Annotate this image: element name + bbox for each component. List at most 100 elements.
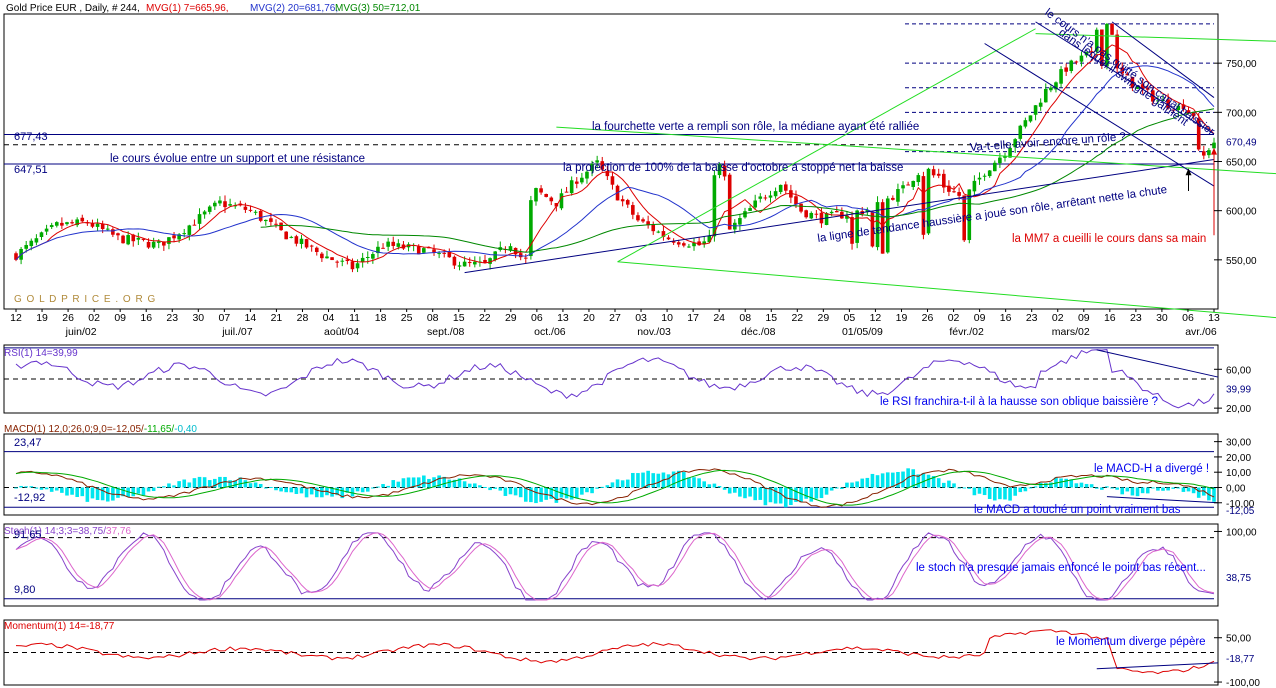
candle-body (656, 231, 661, 233)
macd-hist-bar (1176, 487, 1181, 489)
candle-body (213, 202, 217, 207)
momentum-title: Momentum(1) 14=-18,77 (4, 621, 115, 632)
macd-hist-bar (1125, 487, 1130, 492)
x-day-label: 15 (453, 312, 465, 324)
candle-body (381, 247, 385, 249)
resistance-level-label: 677,43 (14, 131, 48, 143)
x-day-label: 24 (713, 312, 725, 324)
candle-body (167, 237, 171, 244)
candle-body (992, 162, 997, 172)
rsi-y-tick-label: 20,00 (1226, 404, 1251, 415)
candle-body (269, 218, 273, 222)
x-day-label: 22 (479, 312, 491, 324)
macd-hist-bar (967, 487, 972, 489)
candle-body (182, 233, 187, 235)
candle-body (1049, 87, 1053, 91)
candle-body (1033, 105, 1038, 115)
x-day-label: 23 (1130, 312, 1142, 324)
price-y-tick-label: 550,00 (1226, 256, 1257, 267)
macd-hist-bar (1196, 487, 1201, 498)
macd-hist-bar (712, 483, 717, 488)
x-day-label: 27 (609, 312, 621, 324)
x-day-label: 12 (870, 312, 882, 324)
macd-hist-bar (483, 486, 487, 488)
macd-hist-bar (885, 472, 890, 488)
macd-hist-bar (1084, 483, 1089, 488)
macd-hist-bar (926, 474, 931, 488)
candle-body (727, 174, 732, 230)
macd-hist-bar (998, 487, 1002, 500)
macd-hist-bar (1100, 487, 1104, 490)
gold-price-chart: 750,00 700,00 650,00 600,00 550,00 670,49 Gol… (0, 0, 1276, 688)
macd-hist-bar (65, 487, 69, 496)
x-month-label: avr./06 (1185, 326, 1217, 338)
macd-hist-bar (442, 476, 447, 488)
macd-hist-bar (1018, 487, 1023, 493)
x-day-label: 18 (375, 312, 387, 324)
macd-upper-level: 23,47 (14, 437, 42, 449)
annotation-fork: la fourchette verte a rempli son rôle, l… (592, 121, 919, 133)
macd-hist-bar (478, 485, 482, 488)
x-month-label: août/04 (324, 326, 359, 338)
candle-body (314, 247, 319, 253)
candle-body (783, 184, 788, 191)
macd-hist-bar (707, 484, 712, 488)
momentum-panel: 50,00 -100,00 -18,77 Momentum(1) 14=-18,77… (3, 619, 1260, 688)
candle-body (320, 253, 324, 259)
macd-hist-bar (467, 483, 472, 488)
macd-hist-bar (365, 487, 370, 492)
x-day-label: 05 (844, 312, 856, 324)
macd-hist-bar (1079, 482, 1084, 488)
candle-body (763, 197, 768, 199)
candle-body (1069, 60, 1074, 71)
macd-hist-bar (595, 487, 599, 489)
candle-body (687, 246, 691, 248)
macd-hist-bar (636, 473, 640, 488)
annotation-projection: la projection de 100% de la baisse d'oct… (563, 162, 903, 174)
candle-body (1212, 142, 1216, 149)
candle-body (335, 261, 339, 263)
macd-hist-bar (574, 487, 579, 499)
candle-body (625, 200, 630, 205)
candle-body (457, 265, 462, 267)
macd-hist-bar (743, 487, 747, 499)
candle-body (90, 223, 95, 227)
macd-hist-bar (977, 487, 982, 494)
macd-hist-bar (1074, 483, 1079, 488)
macd-hist-bar (651, 473, 656, 488)
candle-body (116, 233, 120, 236)
candle-body (325, 256, 329, 259)
macd-hist-bar (952, 483, 956, 488)
macd-hist-bar (534, 487, 538, 504)
macd-hist-bar (1171, 487, 1176, 489)
candle-body (906, 184, 910, 186)
candle-body (610, 176, 615, 185)
candle-body (284, 231, 288, 240)
x-day-label: 25 (401, 312, 413, 324)
macd-hist-bar (39, 487, 44, 490)
macd-hist-bar (19, 485, 23, 488)
x-day-label: 19 (36, 312, 48, 324)
macd-hist-bar (513, 487, 518, 496)
x-day-label: 22 (791, 312, 803, 324)
x-month-label: déc./08 (741, 326, 776, 338)
candle-body (192, 224, 197, 226)
macd-hist-bar (819, 487, 824, 499)
macd-hist-bar (1105, 486, 1109, 488)
macd-hist-bar (197, 476, 202, 488)
macd-hist-bar (182, 479, 187, 488)
candle-body (529, 200, 533, 257)
macd-hist-bar (376, 486, 380, 488)
macd-hist-bar (279, 487, 283, 492)
price-y-tick-label: 650,00 (1226, 158, 1257, 169)
candle-body (452, 256, 457, 266)
candle-body (111, 229, 115, 235)
macd-hist-bar (987, 487, 992, 499)
x-day-label: 11 (349, 312, 360, 324)
macd-hist-bar (14, 487, 18, 489)
annotation-support-resistance: le cours évolue entre un support et une … (110, 153, 365, 165)
candle-body (666, 237, 671, 240)
candle-body (936, 173, 941, 176)
macd-title-signal: -11,65/ (144, 424, 175, 435)
macd-hist-bar (1186, 487, 1191, 492)
